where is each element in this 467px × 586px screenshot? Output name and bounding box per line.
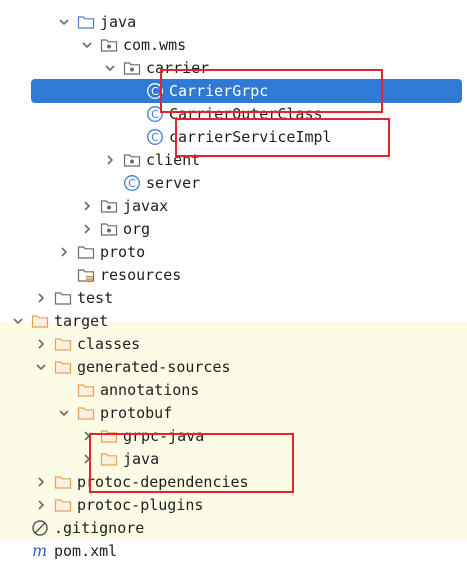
svg-text:m: m xyxy=(32,542,47,560)
tree-row-label: protoc-plugins xyxy=(77,496,204,514)
package-icon xyxy=(100,197,118,215)
tree-row-test[interactable]: test xyxy=(0,286,467,310)
folder-icon xyxy=(54,289,72,307)
tree-row-java[interactable]: java xyxy=(0,10,467,34)
chevron-right-icon[interactable] xyxy=(80,222,94,236)
folder-icon xyxy=(77,381,95,399)
tree-row-classes[interactable]: classes xyxy=(0,332,467,356)
tree-row-protoc-plugins[interactable]: protoc-plugins xyxy=(0,493,467,517)
package-icon xyxy=(123,151,141,169)
tree-row-label: server xyxy=(146,174,201,192)
highlight-box-carrier-service-impl xyxy=(175,118,390,157)
tree-row-gitignore[interactable]: .gitignore xyxy=(0,516,467,540)
tree-row-pom-xml[interactable]: m pom.xml xyxy=(0,539,467,563)
folder-icon xyxy=(54,335,72,353)
folder-icon xyxy=(77,404,95,422)
chevron-down-icon[interactable] xyxy=(80,38,94,52)
tree-row-server[interactable]: Cserver xyxy=(0,171,467,195)
chevron-down-icon[interactable] xyxy=(103,61,117,75)
folder-icon xyxy=(54,496,72,514)
chevron-right-icon[interactable] xyxy=(57,245,71,259)
svg-text:C: C xyxy=(128,177,136,190)
tree-row-label: generated-sources xyxy=(77,358,231,376)
chevron-down-icon[interactable] xyxy=(11,314,25,328)
tree-row-javax[interactable]: javax xyxy=(0,194,467,218)
tree-row-label: java xyxy=(100,13,137,31)
chevron-right-icon[interactable] xyxy=(103,153,117,167)
folder-icon xyxy=(77,243,95,261)
package-icon xyxy=(123,59,141,77)
class-icon: C xyxy=(123,174,141,192)
chevron-down-icon[interactable] xyxy=(57,15,71,29)
chevron-down-icon[interactable] xyxy=(57,406,71,420)
tree-row-resources[interactable]: resources xyxy=(0,263,467,287)
tree-row-annotations[interactable]: annotations xyxy=(0,378,467,402)
package-icon xyxy=(100,220,118,238)
tree-row-label: classes xyxy=(77,335,141,353)
folder-icon xyxy=(54,473,72,491)
highlight-box-carrier xyxy=(160,69,383,113)
tree-row-label: protobuf xyxy=(100,404,173,422)
chevron-down-icon[interactable] xyxy=(34,360,48,374)
svg-text:C: C xyxy=(151,108,159,121)
tree-row-protobuf[interactable]: protobuf xyxy=(0,401,467,425)
tree-row-label: test xyxy=(77,289,114,307)
tree-row-label: javax xyxy=(123,197,169,215)
svg-text:C: C xyxy=(151,85,159,98)
chevron-right-icon[interactable] xyxy=(80,199,94,213)
tree-row-generated-sources[interactable]: generated-sources xyxy=(0,355,467,379)
maven-icon: m xyxy=(31,541,49,560)
tree-row-label: annotations xyxy=(100,381,200,399)
folder-icon xyxy=(77,13,95,31)
tree-row-proto[interactable]: proto xyxy=(0,240,467,264)
chevron-right-icon[interactable] xyxy=(34,498,48,512)
svg-text:C: C xyxy=(151,131,159,144)
tree-row-label: .gitignore xyxy=(54,519,145,537)
chevron-right-icon[interactable] xyxy=(34,337,48,351)
tree-row-target[interactable]: target xyxy=(0,309,467,333)
chevron-right-icon[interactable] xyxy=(34,291,48,305)
tree-row-label: proto xyxy=(100,243,146,261)
folder-icon xyxy=(31,312,49,330)
tree-row-label: pom.xml xyxy=(54,542,118,560)
tree-row-label: resources xyxy=(100,266,182,284)
folder-icon xyxy=(54,358,72,376)
tree-row-label: target xyxy=(54,312,109,330)
package-icon xyxy=(100,36,118,54)
tree-row-org[interactable]: org xyxy=(0,217,467,241)
gitignore-icon xyxy=(31,519,49,537)
highlight-box-protobuf-children xyxy=(89,433,294,493)
tree-row-com-wms[interactable]: com.wms xyxy=(0,33,467,57)
tree-row-label: com.wms xyxy=(123,36,187,54)
resources-folder-icon xyxy=(77,266,95,284)
tree-row-label: org xyxy=(123,220,151,238)
class-icon: C xyxy=(146,128,164,146)
chevron-right-icon[interactable] xyxy=(34,475,48,489)
